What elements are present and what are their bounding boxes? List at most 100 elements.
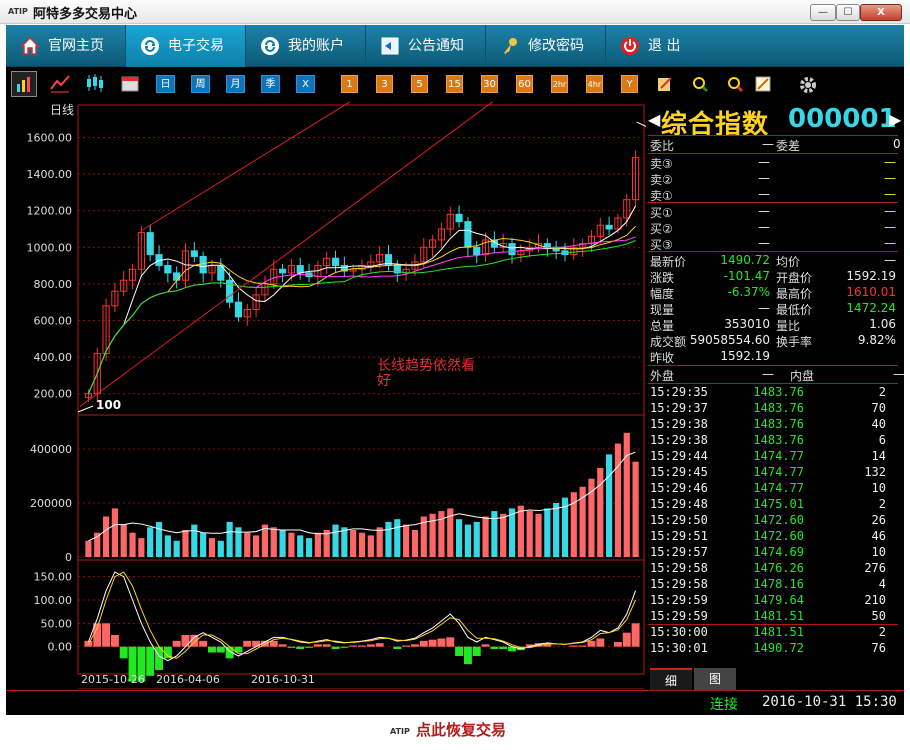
maximize-button[interactable]: ☐	[836, 4, 860, 21]
kline-ytick: 1400.00	[27, 168, 73, 181]
nav-account[interactable]: 我的账户	[246, 25, 366, 67]
indicator-bar	[296, 646, 305, 649]
trade-row: 15:30:00 1481.51 2	[650, 625, 900, 641]
kline-chart[interactable]: 日线1600.001400.001200.001000.00800.00600.…	[6, 102, 646, 689]
indicator-bar	[472, 646, 481, 656]
next-arrow-icon[interactable]: ▶	[889, 110, 901, 129]
window-title: 阿特多多交易中心	[33, 7, 138, 22]
minute-30[interactable]: 30	[481, 75, 498, 93]
nav-password[interactable]: 修改密码	[486, 25, 606, 67]
draw-button[interactable]	[754, 75, 772, 93]
tab-chart[interactable]: 图	[694, 668, 736, 690]
volume-ytick: 200000	[30, 497, 72, 510]
indicator-bar	[587, 640, 596, 647]
period-day[interactable]: 日	[156, 75, 175, 93]
stat-label: 最新价	[650, 255, 687, 269]
stat-label: 涨跌	[650, 271, 675, 285]
period-week[interactable]: 周	[191, 75, 210, 93]
indicator-bar	[393, 646, 402, 649]
candle-body	[331, 257, 340, 267]
volume-bar	[394, 519, 401, 557]
volume-bar	[473, 521, 480, 557]
candlestick-button[interactable]	[83, 71, 107, 97]
indicator-bar	[287, 646, 296, 648]
trade-price: 1478.16	[753, 577, 804, 591]
volume-bar	[111, 508, 118, 557]
line-chart-button[interactable]	[48, 71, 72, 97]
candle-body	[455, 213, 463, 223]
volume-bar	[482, 516, 489, 557]
bid-volume: —	[884, 220, 896, 234]
resume-trading-link[interactable]: 点此恢复交易	[416, 719, 506, 740]
zoom-out-button[interactable]	[726, 75, 744, 93]
volume-bar	[129, 532, 136, 557]
calendar-icon	[121, 76, 139, 92]
minute-3[interactable]: 3	[376, 75, 393, 93]
ask-row: 卖② — —	[650, 171, 900, 187]
prev-arrow-icon[interactable]: ◀	[648, 110, 660, 129]
stat-value: 1592.19	[846, 269, 896, 283]
period-custom[interactable]: X	[296, 75, 315, 93]
panel-tabs: 细 图	[650, 668, 904, 690]
minute-60[interactable]: 60	[516, 75, 533, 93]
edit-button[interactable]	[656, 75, 674, 93]
bid-label: 买②	[650, 222, 673, 236]
stat-label: 总量	[650, 319, 675, 333]
account-icon	[261, 37, 279, 55]
stat-label: 昨收	[650, 351, 675, 365]
period-month[interactable]: 月	[226, 75, 245, 93]
indicator-bar	[569, 645, 578, 647]
trade-price: 1474.77	[753, 465, 804, 479]
candle-body	[164, 265, 172, 274]
minimize-button[interactable]: —	[810, 4, 836, 21]
hour-4[interactable]: 4hr	[586, 75, 603, 93]
tab-detail[interactable]: 细	[650, 668, 692, 690]
nav-label: 公告通知	[408, 38, 464, 54]
candle-body	[605, 224, 613, 230]
trade-row: 15:29:38 1483.76 6	[650, 433, 900, 449]
period-season[interactable]: 季	[261, 75, 280, 93]
bottom-bar[interactable]: ATIP 点此恢复交易	[0, 716, 910, 750]
volume-bar	[208, 538, 216, 557]
indicator-bar	[419, 640, 428, 647]
minute-1[interactable]: 1	[341, 75, 358, 93]
settings-button[interactable]	[798, 75, 818, 93]
quote-title: ◀ 综合指数 000001 ▶	[646, 104, 904, 140]
nav-trade[interactable]: 电子交易	[126, 25, 246, 67]
date-xtick: 2016-10-31	[251, 673, 315, 686]
ask-row: 卖③ — —	[650, 155, 900, 171]
indicator-bar	[305, 646, 314, 648]
indicator-bar	[402, 645, 411, 647]
year-button[interactable]: Y	[621, 75, 638, 93]
trade-volume: 14	[871, 449, 886, 463]
nav-home[interactable]: 官网主页	[6, 25, 126, 67]
stat-row: 成交额 59058554.60 换手率 9.82%	[650, 333, 900, 349]
trade-icon	[141, 37, 159, 55]
calendar-button[interactable]	[119, 72, 141, 94]
trade-price: 1472.60	[753, 513, 804, 527]
bid-price: —	[758, 220, 770, 234]
trade-row: 15:29:51 1472.60 46	[650, 529, 900, 545]
chart-area[interactable]: 日线 1600.00 1400.00 1200.00 1000.00 800.00 600.…	[6, 102, 646, 689]
volume-bar	[147, 527, 154, 557]
close-button[interactable]: X	[860, 4, 902, 21]
inner-value: —	[893, 367, 905, 381]
nav-label: 修改密码	[528, 38, 584, 54]
outer-label: 外盘	[650, 369, 675, 383]
volume-bar	[200, 532, 207, 557]
minute-5[interactable]: 5	[411, 75, 428, 93]
candle-body	[173, 272, 181, 281]
bar-chart-button[interactable]	[11, 71, 37, 97]
nav-notice[interactable]: 公告通知	[366, 25, 486, 67]
nav-logout[interactable]: 退 出	[606, 25, 726, 67]
ask-price: —	[758, 187, 770, 201]
high-leader-line	[636, 121, 646, 127]
candle-body	[296, 265, 304, 274]
volume-bar	[632, 461, 639, 557]
zoom-in-button[interactable]	[691, 75, 709, 93]
stat-value: 59058554.60	[689, 333, 770, 347]
hour-2[interactable]: 2hr	[551, 75, 568, 93]
indicator-bar	[481, 644, 490, 647]
minute-15[interactable]: 15	[446, 75, 463, 93]
trade-time: 15:29:59	[650, 609, 708, 623]
